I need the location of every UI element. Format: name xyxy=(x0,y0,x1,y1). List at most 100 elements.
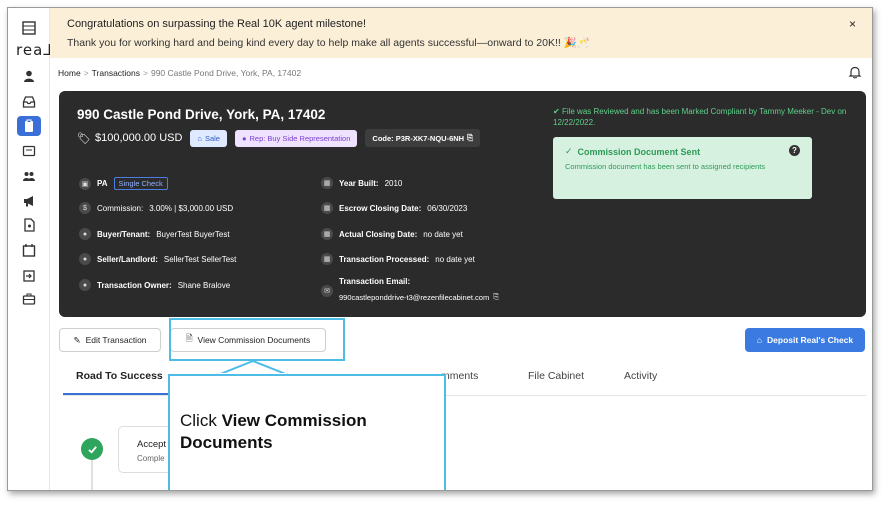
tag-icon: 🏷 xyxy=(77,132,91,145)
escrow-row: ▦ Escrow Closing Date: 06/30/2023 xyxy=(321,202,467,214)
actual-closing-row: ▦ Actual Closing Date: no date yet xyxy=(321,228,463,240)
owner-row: ● Transaction Owner: Shane Bralove xyxy=(79,279,230,291)
year-row: ▦ Year Built: 2010 xyxy=(321,177,402,189)
tab-road-to-success[interactable]: Road To Success xyxy=(76,370,163,382)
copy-icon[interactable]: ⎘ xyxy=(467,133,473,143)
check-icon xyxy=(81,438,103,460)
escrow-value: 06/30/2023 xyxy=(427,203,468,213)
breadcrumb: Home > Transactions >990 Castle Pond Drive,… xyxy=(58,68,301,78)
step-subtitle: Comple xyxy=(137,454,165,463)
email-icon: ✉ xyxy=(321,285,333,297)
user-icon[interactable] xyxy=(17,66,41,86)
edit-transaction-button[interactable]: ✎ Edit Transaction xyxy=(59,328,161,352)
card-icon[interactable] xyxy=(17,141,41,161)
compliant-text: File was Reviewed and has been Marked Co… xyxy=(553,107,847,127)
sidebar: rea⅃ xyxy=(8,8,53,490)
bell-icon[interactable] xyxy=(848,65,862,79)
copy-icon[interactable]: ⎘ xyxy=(493,292,499,302)
seller-label: Seller/Landlord: xyxy=(97,254,158,264)
state-value: PA xyxy=(97,179,108,188)
banner-text: Thank you for working hard and being kin… xyxy=(67,37,590,49)
single-check-badge: Single Check xyxy=(113,177,168,190)
calendar-icon: ▦ xyxy=(321,177,333,189)
highlight-box xyxy=(169,318,345,361)
edit-transaction-label: Edit Transaction xyxy=(85,335,147,345)
compliant-notice: ✔ File was Reviewed and has been Marked … xyxy=(553,106,853,128)
processed-row: ▦ Transaction Processed: no date yet xyxy=(321,253,475,265)
commission-sent-alert: ✓ Commission Document Sent Commission do… xyxy=(553,137,812,199)
banner-title: Congratulations on surpassing the Real 1… xyxy=(67,18,367,30)
tab-activity[interactable]: Activity xyxy=(624,370,657,382)
breadcrumb-transactions[interactable]: Transactions xyxy=(92,68,140,78)
calendar-icon: ▦ xyxy=(321,202,333,214)
processed-value: no date yet xyxy=(435,254,475,264)
people-icon[interactable] xyxy=(17,166,41,186)
email-line: 990castleponddrive-t3@rezenfilecabinet.c… xyxy=(339,292,499,302)
seller-row: ● Seller/Landlord: SellerTest SellerTest xyxy=(79,253,236,265)
pencil-icon: ✎ xyxy=(73,334,81,345)
escrow-label: Escrow Closing Date: xyxy=(339,203,422,213)
price: 🏷 $100,000.00 USD xyxy=(77,132,182,145)
grid-icon[interactable] xyxy=(17,18,41,38)
step-title: Accept xyxy=(137,439,167,450)
sale-badge: ⌂ Sale xyxy=(190,129,227,147)
actual-value: no date yet xyxy=(423,229,463,239)
document-icon[interactable] xyxy=(17,215,41,235)
callout-prefix: Click xyxy=(180,411,222,430)
code-badge[interactable]: Code: P3R-XK7-NQU-6NH ⎘ xyxy=(365,129,481,147)
breadcrumb-current: 990 Castle Pond Drive, York, PA, 17402 xyxy=(150,68,302,78)
transaction-card: 990 Castle Pond Drive, York, PA, 17402 🏷… xyxy=(59,91,866,317)
buyer-value: BuyerTest BuyerTest xyxy=(156,229,230,239)
owner-label: Transaction Owner: xyxy=(97,280,172,290)
sale-label: Sale xyxy=(204,133,220,143)
state-row: ▣ PA Single Check xyxy=(79,177,168,190)
deposit-check-label: Deposit Real's Check xyxy=(767,335,854,345)
tab-file-cabinet[interactable]: File Cabinet xyxy=(528,370,584,382)
real-logo[interactable]: rea⅃ xyxy=(16,41,53,59)
check-circle-icon: ✔ xyxy=(553,107,560,116)
commission-sent-text: Commission document has been sent to ass… xyxy=(565,162,766,171)
breadcrumb-separator: > xyxy=(143,68,148,78)
calendar-icon: ▦ xyxy=(321,228,333,240)
home-icon: ⌂ xyxy=(197,133,202,143)
seller-value: SellerTest SellerTest xyxy=(163,254,237,264)
commission-value: 3.00% | $3,000.00 USD xyxy=(149,203,234,213)
owner-value: Shane Bralove xyxy=(177,280,231,290)
commission-sent-title: Commission Document Sent xyxy=(577,146,701,157)
deposit-check-button[interactable]: ⌂ Deposit Real's Check xyxy=(745,328,865,352)
briefcase-icon[interactable] xyxy=(17,289,41,309)
rep-badge: ● Rep: Buy Side Representation xyxy=(234,129,358,147)
user-icon: ● xyxy=(79,279,91,291)
flag-icon: ▣ xyxy=(79,177,91,190)
megaphone-icon[interactable] xyxy=(17,191,41,211)
instruction-callout: Click View Commission Documents xyxy=(168,374,446,490)
help-icon[interactable]: ? xyxy=(789,145,800,156)
calendar-icon: ▦ xyxy=(321,253,333,265)
milestone-banner: Congratulations on surpassing the Real 1… xyxy=(50,8,872,58)
user-icon: ● xyxy=(79,228,91,240)
breadcrumb-home[interactable]: Home xyxy=(58,68,81,78)
rep-label: Rep: Buy Side Representation xyxy=(249,133,351,143)
calendar-icon[interactable] xyxy=(17,240,41,260)
email-value: 990castleponddrive-t3@rezenfilecabinet.c… xyxy=(339,292,490,302)
processed-label: Transaction Processed: xyxy=(339,254,430,264)
login-icon[interactable] xyxy=(17,266,41,286)
transaction-address: 990 Castle Pond Drive, York, PA, 17402 xyxy=(77,107,326,122)
callout-text: Click View Commission Documents xyxy=(180,410,444,454)
check-circle-icon: ✓ xyxy=(565,146,573,156)
commission-sent-heading: ✓ Commission Document Sent xyxy=(565,146,700,157)
buyer-label: Buyer/Tenant: xyxy=(97,229,151,239)
user-icon: ● xyxy=(79,253,91,265)
tab-comments[interactable]: mments xyxy=(441,370,478,382)
code-label: Code: P3R-XK7-NQU-6NH xyxy=(372,133,465,143)
price-value: $100,000.00 USD xyxy=(94,132,183,144)
commission-label: Commission: xyxy=(97,203,144,213)
close-icon[interactable]: × xyxy=(849,17,856,31)
clipboard-icon[interactable] xyxy=(17,116,41,136)
app-window: rea⅃ Congratulations on surpassing the R… xyxy=(7,7,873,491)
email-label: Transaction Email: xyxy=(339,277,411,286)
price-row: 🏷 $100,000.00 USD ⌂ Sale ● Rep: Buy Side R… xyxy=(77,129,481,147)
email-block: Transaction Email: 990castleponddrive-t3… xyxy=(339,277,499,302)
inbox-icon[interactable] xyxy=(17,92,41,112)
year-label: Year Built: xyxy=(339,178,379,188)
